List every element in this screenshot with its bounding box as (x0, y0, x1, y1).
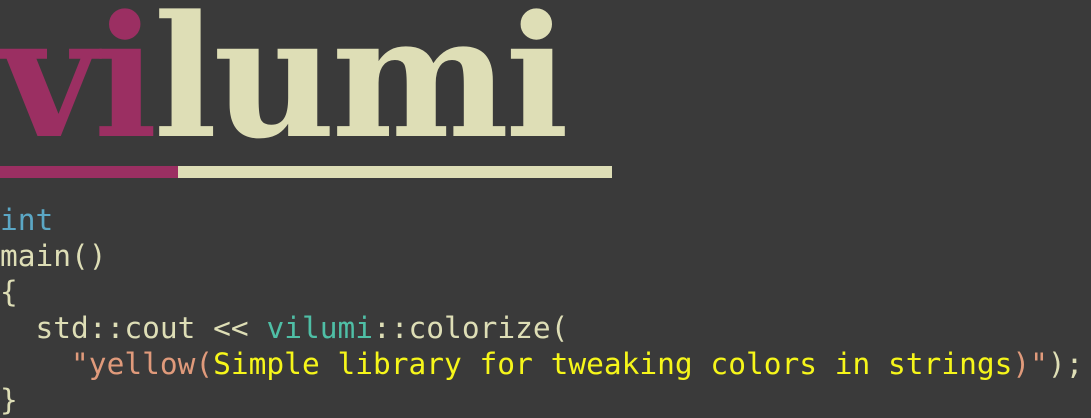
code-line-1: int (0, 202, 1083, 238)
logo-underline-lumi (178, 166, 612, 178)
code-line-4: std::cout << vilumi::colorize( (0, 310, 1083, 346)
code-line-3: { (0, 274, 1083, 310)
logo-vi-text: vi (0, 0, 157, 176)
yellow-text: Simple library for tweaking colors in st… (213, 347, 1013, 381)
logo-lumi-text: lumi (153, 0, 569, 176)
brace-open: { (0, 275, 18, 309)
function-main: main() (0, 239, 107, 273)
colorize-call: ::colorize( (373, 311, 569, 345)
std-cout: std::cout (35, 311, 196, 345)
namespace-vilumi: vilumi (266, 311, 374, 345)
string-close: )" (1012, 347, 1048, 381)
keyword-int: int (0, 203, 54, 237)
vilumi-logo: vilumi (0, 0, 569, 162)
logo-underline-vi (0, 166, 178, 178)
brace-close: } (0, 383, 18, 417)
string-open: "yellow( (71, 347, 214, 381)
code-line-2: main() (0, 238, 1083, 274)
code-sample: int main(){ std::cout << vilumi::colorize… (0, 202, 1083, 418)
code-line-5: "yellow(Simple library for tweaking colo… (0, 346, 1083, 382)
stream-operator: << (195, 311, 267, 345)
statement-end: ); (1047, 347, 1084, 381)
code-line-6: } (0, 382, 1083, 418)
